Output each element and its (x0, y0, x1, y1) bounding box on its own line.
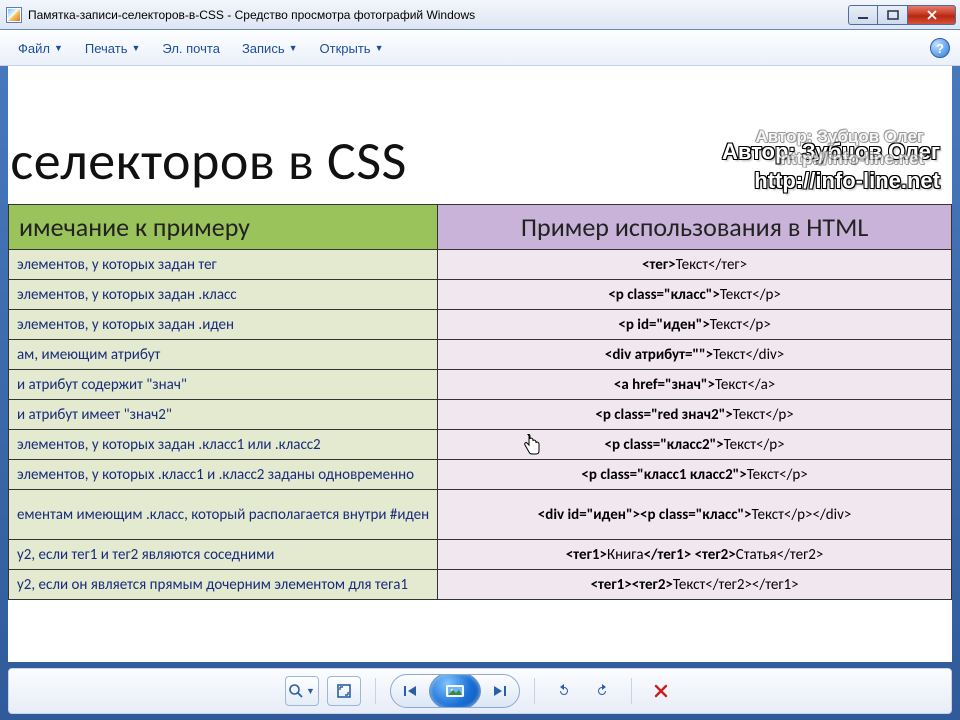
menu-email-label: Эл. почта (162, 41, 220, 56)
next-button[interactable] (479, 675, 519, 707)
note-column-header: имечание к примеру (9, 205, 438, 250)
help-button[interactable]: ? (930, 38, 950, 58)
note-cell: у2, если тег1 и тег2 являются соседними (9, 540, 438, 570)
close-button[interactable] (908, 5, 956, 25)
note-cell: элементов, у которых задан .класс1 или .… (9, 430, 438, 460)
note-cell: ементам имеющим .класс, который располаг… (9, 490, 438, 540)
menu-file[interactable]: Файл ▼ (10, 37, 71, 60)
minimize-button[interactable] (848, 5, 878, 25)
note-cell: и атрибут содержит "знач" (9, 370, 438, 400)
note-cell: элементов, у которых задан .иден (9, 310, 438, 340)
app-window: Памятка-записи-селекторов-в-CSS - Средст… (0, 0, 960, 720)
photo-viewport[interactable]: и селекторов в CSS Автор: Зубцов Олег ht… (8, 66, 952, 662)
app-icon (6, 7, 22, 23)
chevron-down-icon: ▼ (375, 43, 384, 53)
window-controls (848, 5, 956, 25)
note-cell: элементов, у которых задан .класс (9, 280, 438, 310)
previous-button[interactable] (391, 675, 431, 707)
rotate-ccw-button[interactable] (549, 678, 579, 704)
note-cell: и атрибут имеет "знач2" (9, 400, 438, 430)
menubar: Файл▼ Печать▼ Эл. почта Запись▼ Открыть▼… (0, 30, 960, 66)
rotate-cw-button[interactable] (587, 678, 617, 704)
fit-button[interactable] (327, 676, 361, 706)
zoom-button[interactable]: ▼ (285, 676, 319, 706)
menu-open[interactable]: Открыть ▼ (312, 37, 392, 60)
chevron-down-icon: ▼ (131, 43, 140, 53)
menu-file-label: Файл (18, 41, 50, 56)
separator (375, 678, 376, 704)
chevron-down-icon: ▼ (289, 43, 298, 53)
navigation-pill (390, 674, 520, 708)
note-cell: ам, имеющим атрибут (9, 340, 438, 370)
menu-burn[interactable]: Запись ▼ (234, 37, 306, 60)
note-cell: у2, если он является прямым дочерним эле… (9, 570, 438, 600)
delete-button[interactable] (646, 678, 676, 704)
menu-open-label: Открыть (320, 41, 371, 56)
chevron-down-icon: ▼ (306, 686, 315, 696)
note-cell: элементов, у которых .класс1 и .класс2 з… (9, 460, 438, 490)
window-title: Памятка-записи-селекторов-в-CSS - Средст… (28, 8, 848, 22)
menu-burn-label: Запись (242, 41, 285, 56)
document-heading: и селекторов в CSS (8, 128, 407, 194)
maximize-button[interactable] (878, 5, 908, 25)
menu-email[interactable]: Эл. почта (154, 37, 228, 60)
separator (534, 678, 535, 704)
credit-watermark: Автор: Зубцов Олег http://info-line.net (756, 126, 924, 658)
note-cell: элементов, у которых задан тег (9, 250, 438, 280)
chevron-down-icon: ▼ (54, 43, 63, 53)
viewer-controls: ▼ (8, 668, 952, 714)
titlebar: Памятка-записи-селекторов-в-CSS - Средст… (0, 0, 960, 30)
slideshow-button[interactable] (429, 674, 481, 708)
menu-print-label: Печать (85, 41, 128, 56)
separator (631, 678, 632, 704)
menu-print[interactable]: Печать▼ (77, 37, 149, 60)
